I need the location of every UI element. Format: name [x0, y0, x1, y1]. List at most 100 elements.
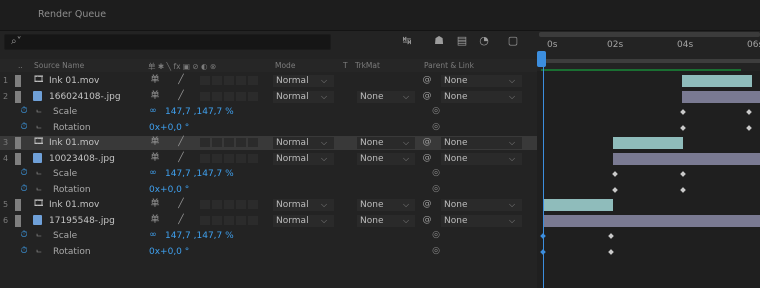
timeline-area[interactable]: 0s 02s 04s 06s: [537, 31, 760, 288]
playhead-line[interactable]: [543, 67, 544, 288]
graph-icon[interactable]: ⨽: [34, 230, 44, 240]
property-row[interactable]: ⏱ ⨽ Rotation 0x+0,0 ° ◎: [0, 121, 537, 135]
video-clip-bar[interactable]: [613, 137, 683, 149]
switch-slot[interactable]: [200, 91, 210, 101]
switch-slot[interactable]: [224, 138, 234, 147]
switch-slot[interactable]: [200, 200, 210, 209]
switch-slot[interactable]: [236, 215, 246, 225]
trkmat-dropdown[interactable]: None ⌵: [357, 90, 415, 103]
switch-slot[interactable]: [236, 200, 246, 209]
switch-slot[interactable]: [248, 91, 258, 101]
switch-slot[interactable]: [248, 200, 258, 209]
parent-dropdown[interactable]: None ⌵: [441, 137, 522, 149]
keyframe[interactable]: [608, 248, 614, 255]
property-track[interactable]: [537, 167, 760, 181]
pickwhip-icon[interactable]: ◎: [431, 230, 441, 240]
switch-slot[interactable]: [200, 138, 210, 147]
switch-slot[interactable]: [248, 215, 258, 225]
image-clip-bar[interactable]: [613, 152, 760, 165]
property-track[interactable]: [537, 229, 760, 243]
layer-row[interactable]: 4 10023408-.jpg 单 ╱ Normal ⌵ None ⌵ @ No…: [0, 152, 537, 166]
quality-switch-icon[interactable]: ╱: [176, 153, 186, 163]
stopwatch-icon[interactable]: ⏱: [19, 230, 29, 240]
keyframe[interactable]: [680, 109, 686, 115]
keyframe[interactable]: [612, 186, 618, 193]
layer-row[interactable]: 3 🎞 Ink 01.mov 单 ╱ Normal ⌵ None ⌵ @ Non…: [0, 136, 537, 150]
label-color-swatch[interactable]: [15, 199, 21, 211]
time-ruler[interactable]: 0s 02s 04s 06s: [537, 31, 760, 71]
mode-dropdown[interactable]: Normal ⌵: [273, 214, 334, 227]
pickwhip-icon[interactable]: @: [422, 199, 432, 209]
switch-slot[interactable]: [224, 153, 234, 163]
stopwatch-icon[interactable]: ⏱: [19, 246, 29, 256]
property-row[interactable]: ⏱ ⨽ Scale ∞ 147,7 ,147,7 % ◎: [0, 229, 537, 243]
playhead-handle[interactable]: [537, 51, 546, 67]
constrain-proportions-icon[interactable]: ∞: [148, 230, 158, 240]
stopwatch-icon[interactable]: ⏱: [19, 106, 29, 116]
graph-icon[interactable]: ⨽: [34, 106, 44, 116]
switch-slot[interactable]: [224, 215, 234, 225]
layer-row[interactable]: 2 166024108-.jpg 单 ╱ Normal ⌵ None ⌵ @ N…: [0, 90, 537, 104]
shy-layers-icon[interactable]: ☗: [432, 34, 446, 48]
pickwhip-icon[interactable]: @: [422, 137, 432, 147]
switch-slot[interactable]: [236, 91, 246, 101]
layer-track[interactable]: [537, 74, 760, 88]
quality-switch-icon[interactable]: ╱: [176, 75, 186, 85]
layer-row[interactable]: 5 🎞 Ink 01.mov 单 ╱ Normal ⌵ None ⌵ @ Non…: [0, 198, 537, 212]
image-clip-bar[interactable]: [682, 90, 760, 103]
trkmat-dropdown[interactable]: None ⌵: [357, 137, 415, 149]
switch-slot[interactable]: [248, 76, 258, 85]
graph-icon[interactable]: ⨽: [34, 168, 44, 178]
render-queue-tab[interactable]: Render Queue: [38, 9, 106, 20]
frame-blending-icon[interactable]: ▤: [455, 34, 469, 48]
shy-switch-icon[interactable]: 单: [150, 153, 160, 163]
quality-switch-icon[interactable]: ╱: [176, 137, 186, 147]
switch-slot[interactable]: [212, 200, 222, 209]
label-color-swatch[interactable]: [15, 90, 21, 103]
property-value[interactable]: 0x+0,0 °: [149, 246, 189, 258]
trkmat-dropdown[interactable]: None ⌵: [357, 152, 415, 165]
property-value[interactable]: 147,7 ,147,7 %: [165, 106, 234, 118]
mode-dropdown[interactable]: Normal ⌵: [273, 75, 334, 87]
property-track[interactable]: [537, 121, 760, 135]
switch-slot[interactable]: [212, 153, 222, 163]
image-clip-bar[interactable]: [543, 214, 760, 227]
layer-row[interactable]: 6 17195548-.jpg 单 ╱ Normal ⌵ None ⌵ @ No…: [0, 214, 537, 228]
trkmat-dropdown[interactable]: None ⌵: [357, 199, 415, 211]
switch-slot[interactable]: [224, 76, 234, 85]
keyframe[interactable]: [680, 186, 686, 193]
pickwhip-icon[interactable]: ◎: [431, 122, 441, 132]
label-color-swatch[interactable]: [15, 137, 21, 149]
parent-dropdown[interactable]: None ⌵: [441, 199, 522, 211]
keyframe[interactable]: [746, 124, 752, 131]
label-color-swatch[interactable]: [15, 214, 21, 227]
parent-dropdown[interactable]: None ⌵: [441, 75, 522, 87]
graph-icon[interactable]: ⨽: [34, 184, 44, 194]
parent-dropdown[interactable]: None ⌵: [441, 90, 522, 103]
switch-slot[interactable]: [200, 153, 210, 163]
keyframe[interactable]: [608, 233, 614, 239]
switch-slot[interactable]: [212, 91, 222, 101]
shy-switch-icon[interactable]: 单: [150, 215, 160, 225]
search-input[interactable]: ⌕˅: [4, 34, 331, 50]
pickwhip-icon[interactable]: ◎: [431, 184, 441, 194]
motion-blur-icon[interactable]: ◔: [477, 34, 491, 48]
property-value[interactable]: 147,7 ,147,7 %: [165, 230, 234, 242]
video-clip-bar[interactable]: [543, 199, 613, 211]
shy-switch-icon[interactable]: 单: [150, 137, 160, 147]
time-navigator[interactable]: [539, 32, 760, 37]
switch-slot[interactable]: [224, 200, 234, 209]
mode-dropdown[interactable]: Normal ⌵: [273, 199, 334, 211]
mode-dropdown[interactable]: Normal ⌵: [273, 137, 334, 149]
keyframe[interactable]: [746, 109, 752, 115]
switch-slot[interactable]: [212, 215, 222, 225]
property-row[interactable]: ⏱ ⨽ Rotation 0x+0,0 ° ◎: [0, 245, 537, 259]
header-source-name[interactable]: Source Name: [34, 61, 84, 70]
stopwatch-icon[interactable]: ⏱: [19, 122, 29, 132]
shy-switch-icon[interactable]: 单: [150, 91, 160, 101]
graph-icon[interactable]: ⨽: [34, 122, 44, 132]
switch-slot[interactable]: [200, 215, 210, 225]
quality-switch-icon[interactable]: ╱: [176, 215, 186, 225]
switch-slot[interactable]: [248, 138, 258, 147]
pickwhip-icon[interactable]: ◎: [431, 246, 441, 256]
